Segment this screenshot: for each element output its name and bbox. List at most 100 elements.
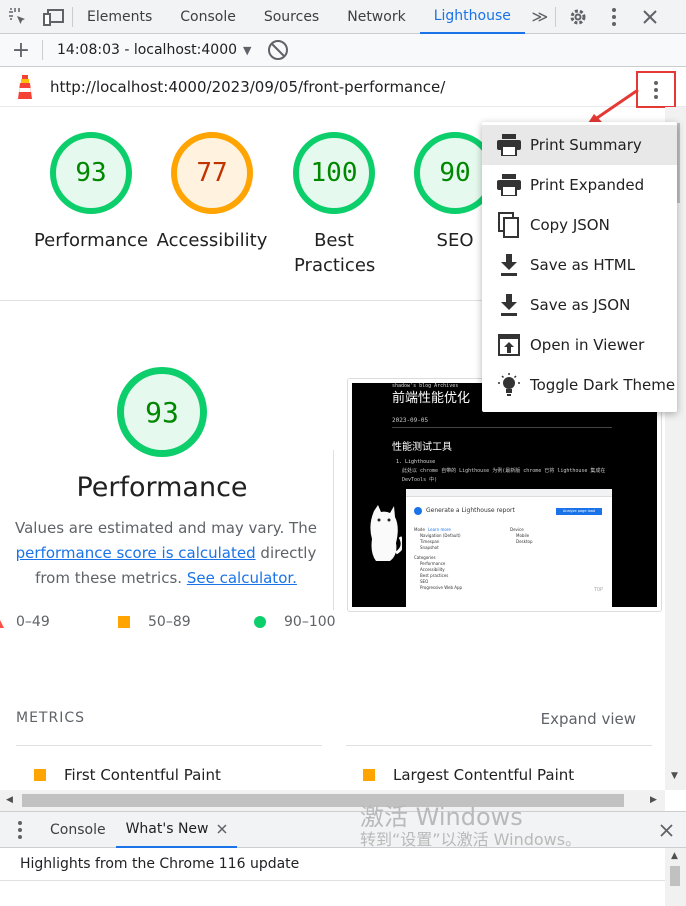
more-vert-icon [654, 80, 658, 99]
scrollbar-thumb[interactable] [670, 866, 680, 886]
screenshot-category-4: Progressive Web App [420, 585, 463, 590]
screenshot-device-label: Device [510, 527, 524, 532]
watermark-line2: 转到“设置”以激活 Windows。 [360, 830, 582, 849]
score-label: Performance [33, 230, 149, 251]
copy-icon [496, 212, 522, 238]
tab-lighthouse[interactable]: Lighthouse [419, 0, 525, 34]
scroll-right-arrow-icon[interactable]: ▶ [650, 795, 657, 805]
see-calculator-link[interactable]: See calculator. [187, 569, 297, 587]
menu-copy-json[interactable]: Copy JSON [482, 205, 677, 245]
screenshot-panel: Generate a Lighthouse report Analyze pag… [406, 489, 612, 607]
screenshot-top-label: TOP [594, 587, 604, 593]
score-gauge: 100 [293, 132, 375, 214]
final-screenshot[interactable]: shadow's blog Archives 前端性能优化 2023-09-05… [347, 378, 662, 612]
triangle-icon [0, 620, 4, 628]
tab-network[interactable]: Network [333, 0, 419, 34]
score-label: Accessibility [156, 230, 268, 251]
metric-lcp[interactable]: Largest Contentful Paint [363, 766, 574, 784]
average-square-icon [34, 769, 46, 781]
settings-gear-icon[interactable] [560, 0, 596, 34]
metric-fcp[interactable]: First Contentful Paint [34, 766, 221, 784]
report-selector[interactable]: 14:08:03 - localhost:4000 ▼ [57, 42, 252, 58]
close-tab-icon[interactable] [216, 823, 227, 834]
screenshot-mode-2: Snapshot [420, 545, 439, 550]
screenshot-category-0: Performance [420, 561, 446, 566]
drawer-tab-whats-new[interactable]: What's New [115, 811, 237, 848]
separator [42, 40, 43, 60]
print-icon [496, 172, 522, 198]
screenshot-list-text: 此处以 chrome 自带的 Lighthouse 为例(最新版 chrome … [402, 468, 606, 483]
menu-save-json[interactable]: Save as JSON [482, 285, 677, 325]
menu-save-html[interactable]: Save as HTML [482, 245, 677, 285]
screenshot-panel-title: Generate a Lighthouse report [426, 507, 515, 514]
vertical-divider [333, 450, 334, 610]
open-in-viewer-icon [496, 332, 522, 358]
screenshot-title: 前端性能优化 [392, 391, 471, 406]
metrics-title: METRICS [16, 710, 85, 726]
metric-label: Largest Contentful Paint [393, 766, 575, 784]
screenshot-panel-tabs [406, 489, 612, 497]
metric-divider [346, 745, 652, 746]
average-square-icon [363, 769, 375, 781]
score-gauge: 77 [171, 132, 253, 214]
close-drawer-icon[interactable] [660, 824, 673, 837]
inspect-element-icon[interactable] [0, 0, 36, 34]
customize-menu-icon[interactable] [596, 0, 632, 34]
score-label: Best Practices [294, 230, 376, 276]
metric-divider [16, 745, 322, 746]
drawer-tab-console[interactable]: Console [40, 811, 116, 848]
performance-score-link[interactable]: performance score is calculated [16, 544, 256, 562]
drawer-menu-icon[interactable] [0, 813, 40, 847]
screenshot-device-0: Mobile [516, 533, 530, 538]
new-report-plus-icon[interactable]: + [0, 38, 42, 63]
tab-console[interactable]: Console [166, 0, 250, 34]
screenshot-category-2: Best practices [420, 573, 449, 578]
screenshot-categories-label: Categories [414, 555, 436, 560]
menu-item-label: Save as HTML [530, 256, 636, 274]
score-accessibility[interactable]: 77 Accessibility [152, 132, 272, 253]
screenshot-panel-button: Analyze page load [556, 508, 602, 515]
screenshot-lighthouse-icon [414, 507, 422, 515]
metrics-header: METRICS Expand view [16, 710, 636, 728]
menu-print-summary[interactable]: Print Summary [482, 125, 677, 165]
drawer-divider [0, 880, 665, 881]
score-performance[interactable]: 93 Performance [31, 132, 151, 253]
drawer-tab-bar: Console What's New [0, 811, 686, 848]
screenshot-image: shadow's blog Archives 前端性能优化 2023-09-05… [352, 383, 657, 607]
screenshot-mode-0: Navigation (Default) [420, 533, 461, 538]
score-gauge: 93 [50, 132, 132, 214]
clear-reports-icon[interactable] [267, 40, 288, 60]
legend-average-label: 50–89 [148, 614, 191, 630]
expand-view-toggle[interactable]: Expand view [541, 710, 636, 728]
menu-print-expanded[interactable]: Print Expanded [482, 165, 677, 205]
download-icon [496, 292, 522, 318]
windows-activation-watermark: 激活 Windows 转到“设置”以激活 Windows。 [360, 804, 581, 850]
score-best-practices[interactable]: 100 Best Practices [274, 132, 394, 278]
drawer-scrollbar[interactable]: ▲ [665, 848, 686, 906]
tab-elements[interactable]: Elements [73, 0, 166, 34]
cat-illustration [370, 505, 402, 561]
menu-open-in-viewer[interactable]: Open in Viewer [482, 325, 677, 365]
scroll-left-arrow-icon[interactable]: ◀ [6, 795, 13, 805]
menu-toggle-dark-theme[interactable]: Toggle Dark Theme [482, 365, 677, 405]
screenshot-rule [392, 427, 612, 428]
menu-item-label: Open in Viewer [530, 336, 645, 354]
separator [554, 6, 556, 27]
tools-menu-button[interactable] [636, 71, 676, 108]
devtools-tab-bar: Elements Console Sources Network Lightho… [0, 0, 686, 34]
report-url[interactable]: http://localhost:4000/2023/09/05/front-p… [50, 78, 445, 96]
screenshot-device-1: Desktop [516, 539, 533, 544]
close-devtools-icon[interactable] [632, 0, 668, 34]
scroll-up-arrow-icon[interactable]: ▲ [671, 851, 678, 861]
desc-text: Values are estimated and may vary. The [15, 519, 317, 537]
performance-score-gauge: 93 [117, 367, 207, 457]
watermark-line1: 激活 Windows [360, 803, 523, 831]
tab-sources[interactable]: Sources [250, 0, 333, 34]
device-toolbar-icon[interactable] [36, 0, 72, 34]
legend-fail: 0–49 [0, 614, 50, 630]
legend-average: 50–89 [118, 614, 191, 630]
scroll-down-arrow-icon[interactable]: ▼ [671, 771, 678, 781]
more-tabs-icon[interactable]: ≫ [525, 7, 555, 26]
screenshot-category-3: SEO [420, 579, 429, 584]
tools-dropdown-menu: Print Summary Print Expanded Copy JSON S… [482, 122, 677, 412]
